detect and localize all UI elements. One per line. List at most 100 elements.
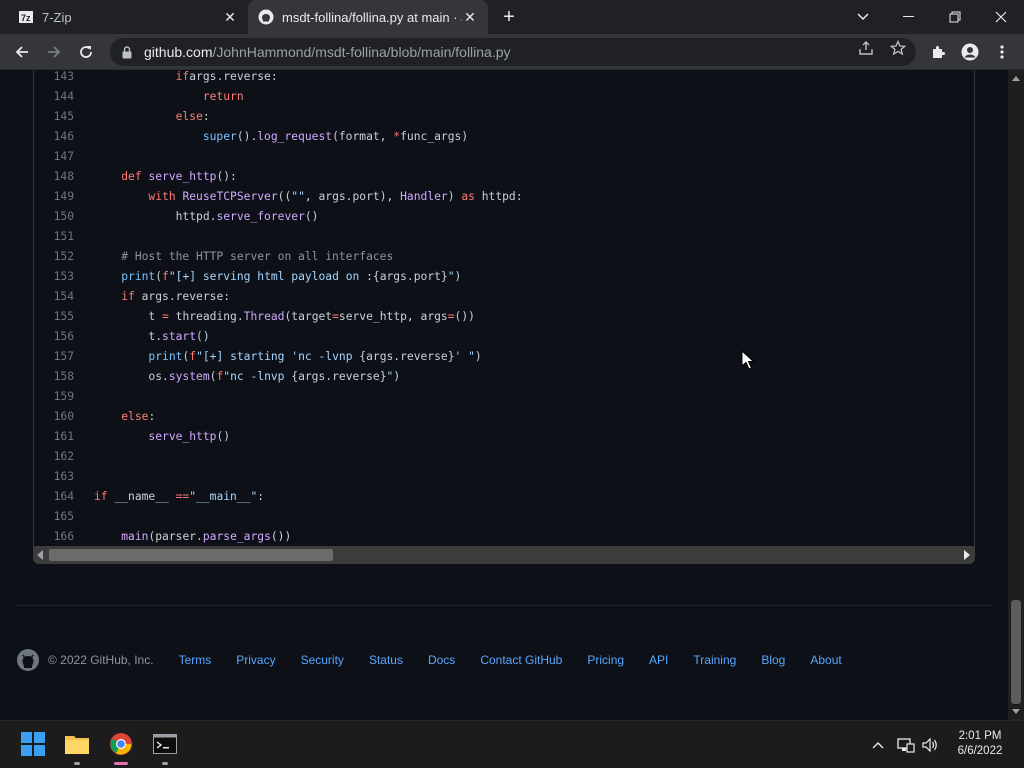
line-number[interactable]: 143 <box>34 70 74 87</box>
bookmark-star-icon[interactable] <box>886 38 910 58</box>
line-number[interactable]: 153 <box>34 267 74 287</box>
code-text: os.system(f"nc -lnvp {args.reverse}") <box>148 370 401 383</box>
line-number[interactable]: 150 <box>34 207 74 227</box>
code-line: 162 <box>34 447 974 467</box>
code-line: 159 <box>34 387 974 407</box>
footer-link-pricing[interactable]: Pricing <box>587 653 624 667</box>
footer-link-training[interactable]: Training <box>693 653 736 667</box>
line-number[interactable]: 152 <box>34 247 74 267</box>
line-number[interactable]: 146 <box>34 127 74 147</box>
code-line: 152 # Host the HTTP server on all interf… <box>34 247 974 267</box>
restore-icon[interactable] <box>932 0 978 34</box>
terminal-icon[interactable] <box>150 729 180 765</box>
scroll-left-icon[interactable] <box>37 550 43 560</box>
code-text: with ReuseTCPServer(("", args.port), Han… <box>148 190 523 203</box>
network-icon[interactable] <box>896 735 916 755</box>
clock-time: 2:01 PM <box>958 730 1002 742</box>
code-text: t.start() <box>148 330 210 343</box>
active-indicator <box>114 762 128 765</box>
tab-label: msdt-follina/follina.py at main · J <box>282 9 462 25</box>
github-logo-icon[interactable] <box>16 648 40 672</box>
chevron-up-icon[interactable] <box>868 735 888 755</box>
line-number[interactable]: 166 <box>34 527 74 547</box>
browser-tabstrip: 7z 7-Zip ✕ msdt-follina/follina.py at ma… <box>0 0 1024 34</box>
forward-icon[interactable] <box>42 40 66 64</box>
close-tab-icon[interactable]: ✕ <box>462 9 478 25</box>
line-number[interactable]: 147 <box>34 147 74 167</box>
running-indicator <box>74 762 80 765</box>
system-clock[interactable]: 2:01 PM 6/6/2022 <box>945 729 1015 759</box>
code-line: 155 t = threading.Thread(target=serve_ht… <box>34 307 974 327</box>
code-text: print(f"[+] starting 'nc -lvnp {args.rev… <box>148 350 482 363</box>
windows-start-icon[interactable] <box>18 729 48 759</box>
footer-link-status[interactable]: Status <box>369 653 403 667</box>
footer-link-about[interactable]: About <box>810 653 841 667</box>
line-number[interactable]: 161 <box>34 427 74 447</box>
footer-link-privacy[interactable]: Privacy <box>236 653 275 667</box>
page-vertical-scrollbar[interactable] <box>1008 70 1024 720</box>
code-line: 156 t.start() <box>34 327 974 347</box>
code-text: def serve_http(): <box>121 170 237 183</box>
footer-link-terms[interactable]: Terms <box>179 653 212 667</box>
menu-kebab-icon[interactable] <box>990 40 1014 64</box>
line-number[interactable]: 159 <box>34 387 74 407</box>
back-icon[interactable] <box>10 40 34 64</box>
code-line: 165 <box>34 507 974 527</box>
line-number[interactable]: 164 <box>34 487 74 507</box>
line-number[interactable]: 163 <box>34 467 74 487</box>
code-line: 150 httpd.serve_forever() <box>34 207 974 227</box>
tab-search-icon[interactable] <box>840 0 886 34</box>
windows-taskbar: 2:01 PM 6/6/2022 <box>0 720 1024 768</box>
file-explorer-icon[interactable] <box>62 729 92 765</box>
new-tab-icon[interactable]: + <box>498 7 520 27</box>
scroll-thumb[interactable] <box>1011 600 1021 704</box>
code-horizontal-scrollbar[interactable] <box>33 546 975 564</box>
chrome-icon[interactable] <box>106 729 136 765</box>
share-icon[interactable] <box>854 38 878 58</box>
volume-icon[interactable] <box>920 735 940 755</box>
line-number[interactable]: 151 <box>34 227 74 247</box>
tab-7zip[interactable]: 7z 7-Zip ✕ <box>8 0 248 34</box>
scroll-up-icon[interactable] <box>1012 76 1020 81</box>
line-number[interactable]: 165 <box>34 507 74 527</box>
code-line: 164 if __name__ =="__main__": <box>34 487 974 507</box>
code-line: 147 <box>34 147 974 167</box>
line-number[interactable]: 149 <box>34 187 74 207</box>
line-number[interactable]: 155 <box>34 307 74 327</box>
line-number[interactable]: 156 <box>34 327 74 347</box>
code-line: 144 return <box>34 87 974 107</box>
line-number[interactable]: 157 <box>34 347 74 367</box>
footer-link-blog[interactable]: Blog <box>761 653 785 667</box>
line-number[interactable]: 144 <box>34 87 74 107</box>
footer-link-api[interactable]: API <box>649 653 668 667</box>
code-text: main(parser.parse_args()) <box>121 530 292 543</box>
code-line: 151 <box>34 227 974 247</box>
line-number[interactable]: 148 <box>34 167 74 187</box>
address-bar[interactable]: github.com/JohnHammond/msdt-follina/blob… <box>110 38 916 66</box>
tab-follina[interactable]: msdt-follina/follina.py at main · J ✕ <box>248 0 488 34</box>
footer-link-security[interactable]: Security <box>301 653 344 667</box>
code-line: 157 print(f"[+] starting 'nc -lvnp {args… <box>34 347 974 367</box>
close-tab-icon[interactable]: ✕ <box>222 9 238 25</box>
profile-icon[interactable] <box>958 40 982 64</box>
minimize-icon[interactable] <box>886 0 932 34</box>
line-number[interactable]: 162 <box>34 447 74 467</box>
code-text: t = threading.Thread(target=serve_http, … <box>148 310 475 323</box>
7zip-icon: 7z <box>18 9 34 25</box>
lock-icon[interactable] <box>120 45 134 59</box>
reload-icon[interactable] <box>74 40 98 64</box>
line-number[interactable]: 154 <box>34 287 74 307</box>
line-number[interactable]: 160 <box>34 407 74 427</box>
line-number[interactable]: 158 <box>34 367 74 387</box>
code-text: else: <box>121 410 156 423</box>
scroll-right-icon[interactable] <box>964 550 970 560</box>
line-number[interactable]: 145 <box>34 107 74 127</box>
close-window-icon[interactable] <box>978 0 1024 34</box>
scroll-thumb[interactable] <box>49 549 333 561</box>
code-text: httpd.serve_forever() <box>175 210 319 223</box>
code-text: return <box>202 90 244 103</box>
footer-link-contact-github[interactable]: Contact GitHub <box>480 653 562 667</box>
footer-link-docs[interactable]: Docs <box>428 653 455 667</box>
extensions-icon[interactable] <box>926 40 950 64</box>
scroll-down-icon[interactable] <box>1012 709 1020 714</box>
